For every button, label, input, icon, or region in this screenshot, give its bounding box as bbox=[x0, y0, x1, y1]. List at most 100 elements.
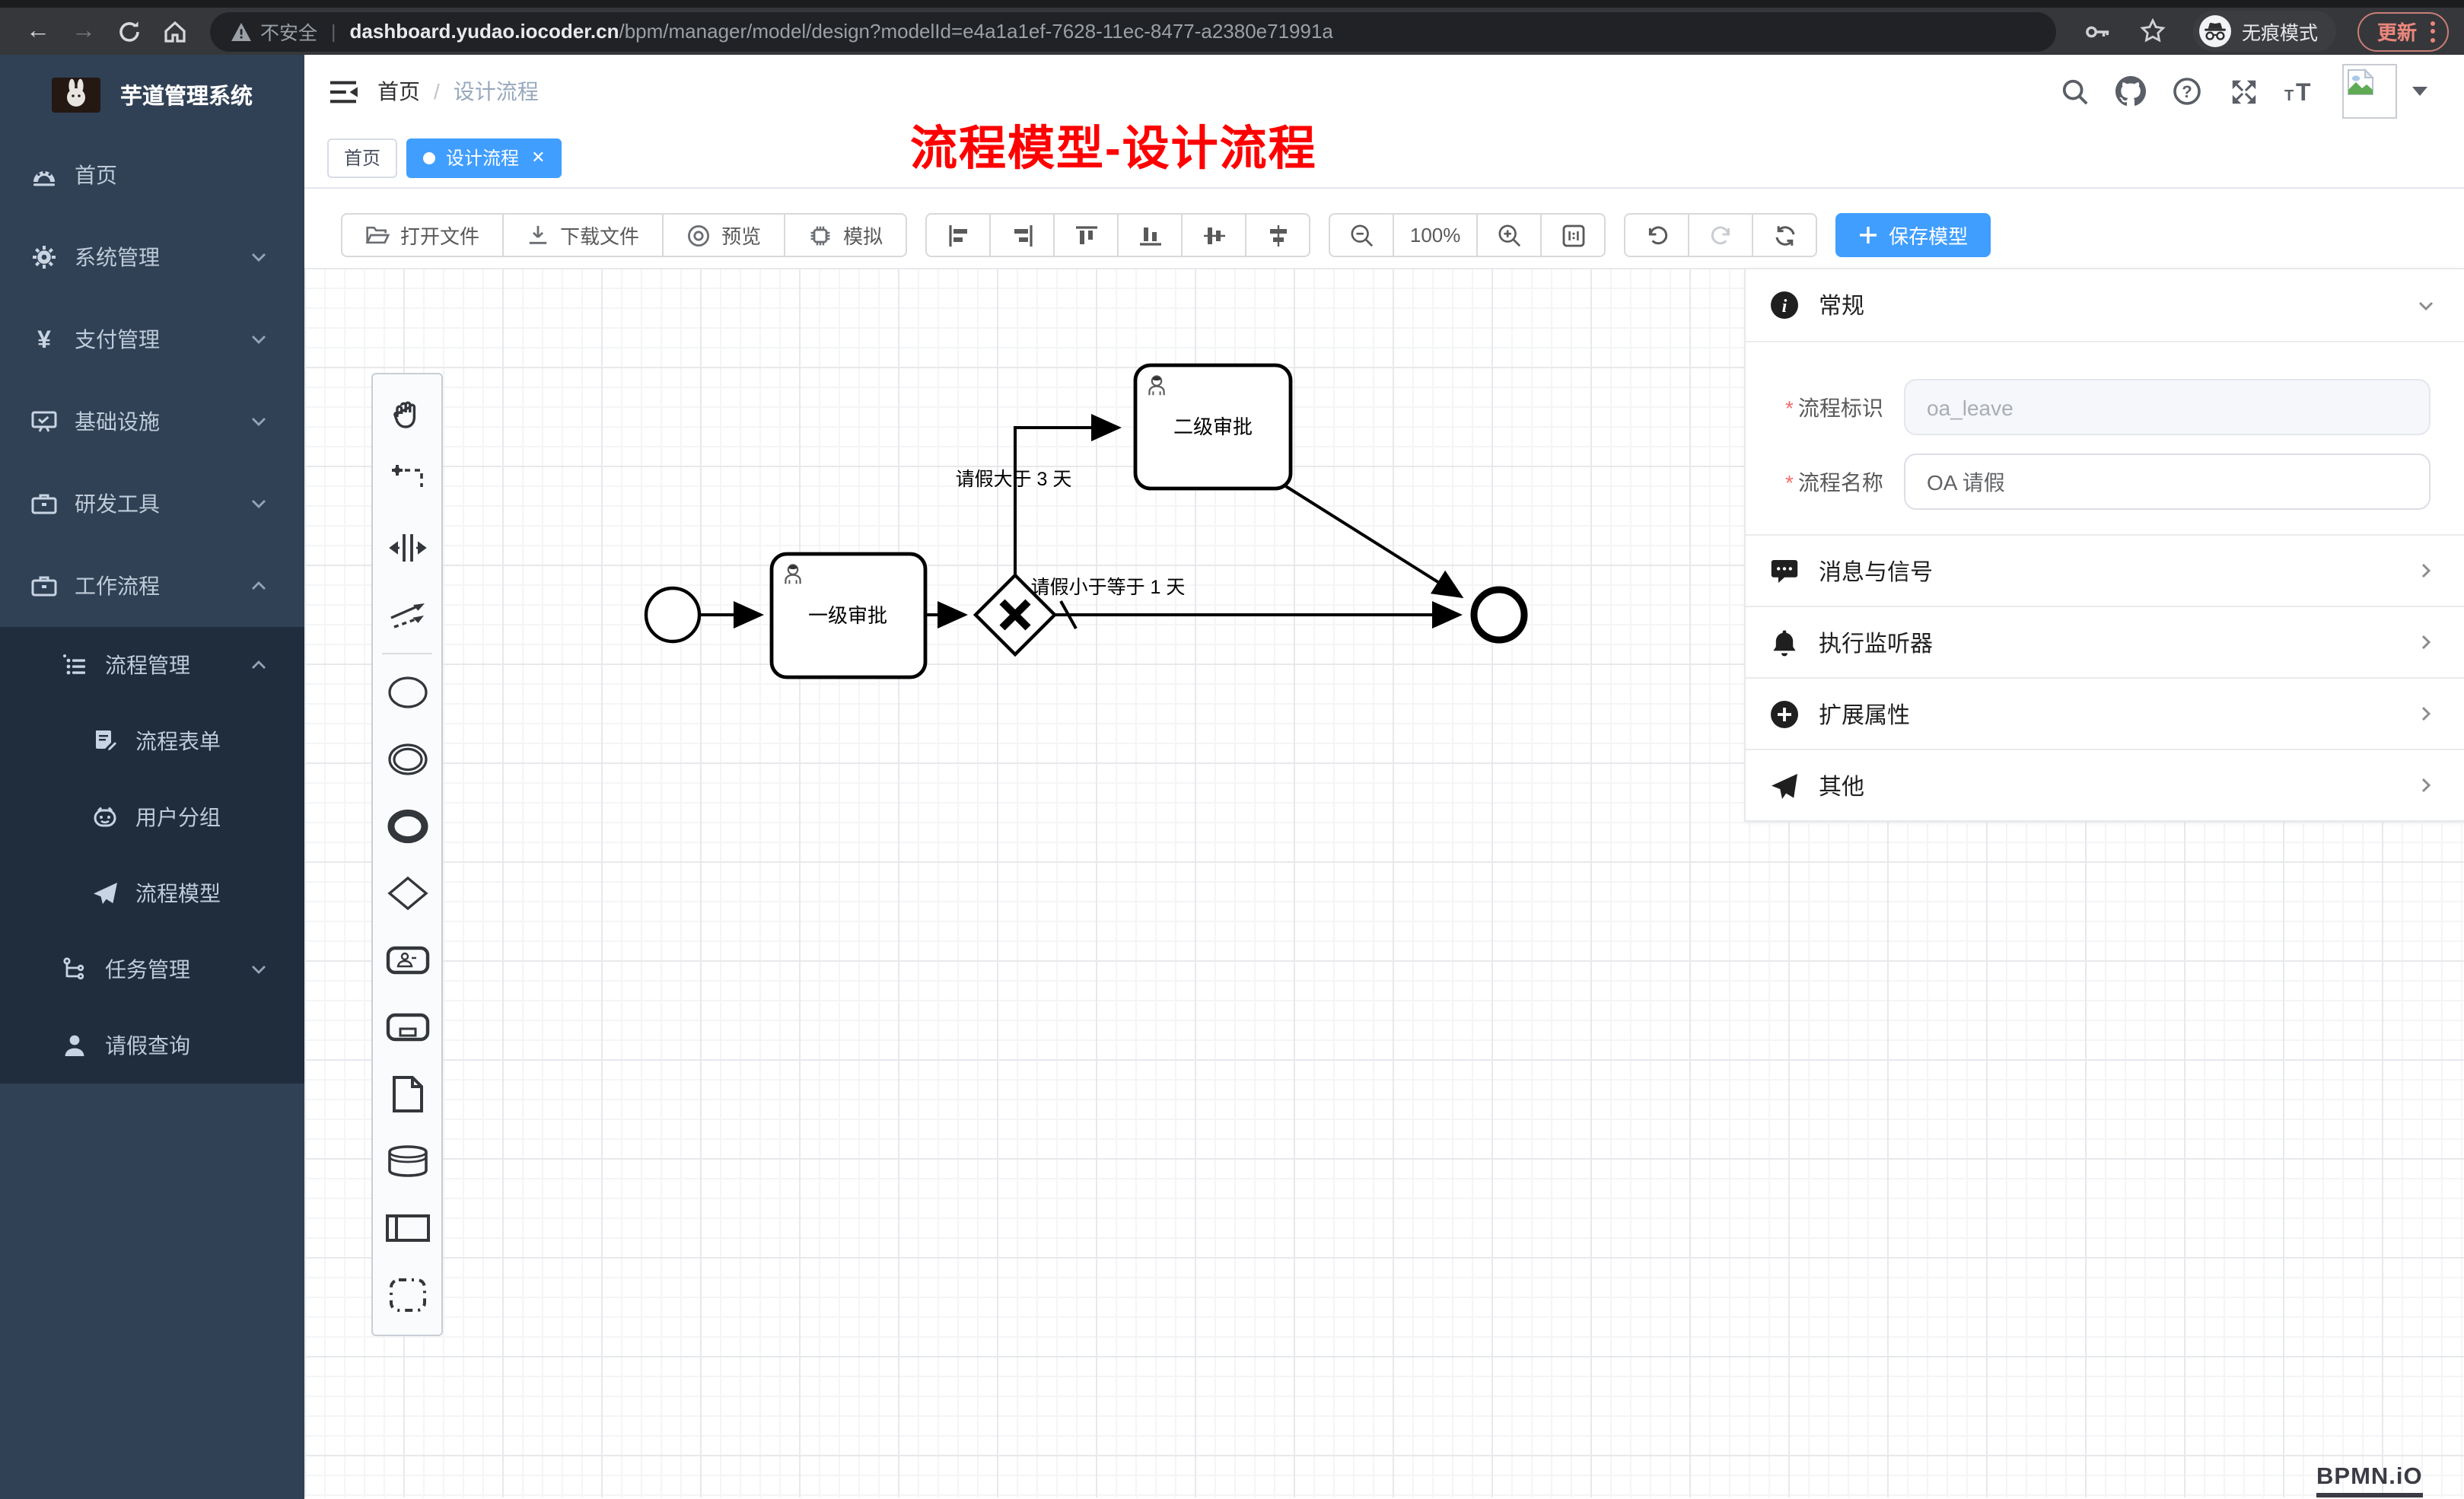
align-top-button[interactable] bbox=[1053, 213, 1119, 257]
sidebar-item-home[interactable]: 首页 bbox=[0, 134, 304, 216]
flow-task2-to-end[interactable] bbox=[1285, 485, 1461, 597]
home-icon bbox=[163, 19, 187, 43]
sidebar-item-process-form[interactable]: 流程表单 bbox=[0, 703, 304, 779]
search-icon[interactable] bbox=[2056, 73, 2093, 110]
create-start-event[interactable] bbox=[373, 659, 441, 726]
browser-reload-button[interactable] bbox=[107, 11, 152, 51]
undo-button[interactable] bbox=[1624, 213, 1689, 257]
redo-button[interactable] bbox=[1688, 213, 1753, 257]
create-group[interactable] bbox=[373, 1262, 441, 1329]
save-model-button[interactable]: 保存模型 bbox=[1835, 213, 1991, 257]
download-file-button[interactable]: 下载文件 bbox=[502, 213, 664, 257]
align-center-button[interactable] bbox=[1245, 213, 1310, 257]
sidebar-item-infra[interactable]: 基础设施 bbox=[0, 380, 304, 463]
create-gateway[interactable] bbox=[373, 860, 441, 927]
end-event[interactable] bbox=[1474, 590, 1524, 640]
field-process-name: *流程名称 OA 请假 bbox=[1746, 454, 2464, 510]
process-key-input[interactable]: oa_leave bbox=[1904, 379, 2431, 435]
zoom-out-button[interactable] bbox=[1329, 213, 1394, 257]
briefcase-icon bbox=[30, 490, 58, 517]
create-end-event[interactable] bbox=[373, 793, 441, 860]
avatar-dropdown-caret[interactable] bbox=[2412, 87, 2427, 96]
broken-image-icon bbox=[2345, 67, 2376, 97]
flow-label-gt3[interactable]: 请假大于 3 天 bbox=[956, 469, 1072, 490]
sidebar-item-system[interactable]: 系统管理 bbox=[0, 216, 304, 298]
align-bottom-icon bbox=[1139, 224, 1160, 246]
sidebar-item-payment[interactable]: ¥ 支付管理 bbox=[0, 298, 304, 380]
user-task-level2[interactable]: 二级审批 bbox=[1135, 365, 1291, 489]
create-participant[interactable] bbox=[373, 1195, 441, 1262]
section-execution-listener[interactable]: 执行监听器 bbox=[1746, 606, 2464, 677]
sidebar-item-process-model[interactable]: 流程模型 bbox=[0, 855, 304, 931]
flow-gateway-to-task2[interactable] bbox=[1015, 428, 1119, 574]
sidebar-item-user-group[interactable]: 用户分组 bbox=[0, 779, 304, 855]
download-icon bbox=[527, 224, 549, 247]
create-intermediate-event[interactable] bbox=[373, 726, 441, 793]
button-label: 下载文件 bbox=[560, 221, 639, 250]
password-key-icon[interactable] bbox=[2079, 21, 2119, 42]
incognito-label: 无痕模式 bbox=[2242, 17, 2318, 46]
zoom-in-button[interactable] bbox=[1476, 213, 1542, 257]
tab-home[interactable]: 首页 bbox=[327, 138, 397, 177]
browser-back-button[interactable]: ← bbox=[15, 11, 61, 51]
tab-label: 首页 bbox=[344, 145, 380, 170]
align-bottom-button[interactable] bbox=[1117, 213, 1183, 257]
global-connect-tool[interactable] bbox=[373, 581, 441, 648]
close-tab-icon[interactable]: ✕ bbox=[531, 148, 545, 167]
sidebar-item-workflow[interactable]: 工作流程 bbox=[0, 545, 304, 627]
font-size-icon[interactable]: TT bbox=[2281, 73, 2318, 110]
sidebar-item-task-mgmt[interactable]: 任务管理 bbox=[0, 931, 304, 1007]
sidebar-item-process-mgmt[interactable]: 流程管理 bbox=[0, 627, 304, 703]
bookmark-star-icon[interactable] bbox=[2134, 18, 2173, 44]
plus-icon bbox=[1858, 225, 1878, 245]
robot-face-icon bbox=[91, 804, 119, 831]
align-left-button[interactable] bbox=[925, 213, 991, 257]
refresh-button[interactable] bbox=[1752, 213, 1817, 257]
browser-update-button[interactable]: 更新 bbox=[2357, 11, 2449, 51]
help-icon[interactable]: ? bbox=[2169, 73, 2205, 110]
collapse-sidebar-button[interactable] bbox=[320, 68, 365, 114]
simulate-button[interactable]: 模拟 bbox=[784, 213, 907, 257]
github-icon[interactable] bbox=[2112, 73, 2149, 110]
section-message-signal[interactable]: 消息与信号 bbox=[1746, 534, 2464, 606]
section-extended-attrs[interactable]: 扩展属性 bbox=[1746, 677, 2464, 749]
create-user-task[interactable] bbox=[373, 927, 441, 994]
list-icon bbox=[61, 651, 88, 679]
section-other[interactable]: 其他 bbox=[1746, 749, 2464, 820]
sidebar-item-leave-query[interactable]: 请假查询 bbox=[0, 1007, 304, 1084]
reset-zoom-button[interactable] bbox=[1540, 213, 1606, 257]
flow-label-lte1[interactable]: 请假小于等于 1 天 bbox=[1031, 577, 1186, 598]
user-task-level1[interactable]: 一级审批 bbox=[772, 554, 925, 677]
zoom-value: 100% bbox=[1410, 224, 1461, 247]
address-bar[interactable]: 不安全 | dashboard.yudao.iocoder.cn/bpm/man… bbox=[210, 11, 2056, 51]
create-subprocess[interactable] bbox=[373, 994, 441, 1061]
field-label: *流程标识 bbox=[1746, 392, 1904, 422]
tab-design-process[interactable]: 设计流程 ✕ bbox=[406, 138, 562, 177]
browser-forward-button[interactable]: → bbox=[61, 11, 107, 51]
zoom-level: 100% bbox=[1393, 213, 1478, 257]
create-data-object[interactable] bbox=[373, 1061, 441, 1128]
palette-separator bbox=[382, 653, 432, 654]
lasso-tool[interactable] bbox=[373, 447, 441, 514]
avatar[interactable] bbox=[2342, 64, 2397, 119]
open-file-button[interactable]: 打开文件 bbox=[341, 213, 504, 257]
fullscreen-icon[interactable] bbox=[2225, 73, 2262, 110]
align-right-button[interactable] bbox=[989, 213, 1055, 257]
start-event[interactable] bbox=[646, 588, 699, 641]
process-name-input[interactable]: OA 请假 bbox=[1904, 454, 2431, 510]
document-edit-icon bbox=[91, 727, 119, 755]
branch-tree-icon bbox=[61, 956, 88, 983]
browser-home-button[interactable] bbox=[152, 11, 198, 51]
hand-tool[interactable] bbox=[373, 380, 441, 447]
browser-menu-icon[interactable] bbox=[2431, 21, 2435, 42]
align-middle-button[interactable] bbox=[1181, 213, 1246, 257]
incognito-badge: 无痕模式 bbox=[2193, 11, 2336, 52]
space-tool[interactable] bbox=[373, 514, 441, 581]
preview-button[interactable]: 预览 bbox=[662, 213, 785, 257]
create-data-store[interactable] bbox=[373, 1128, 441, 1195]
breadcrumb-home[interactable]: 首页 bbox=[377, 76, 420, 107]
chevron-down-icon bbox=[2415, 294, 2437, 316]
section-general[interactable]: i 常规 bbox=[1746, 269, 2464, 341]
bpmn-io-logo[interactable]: BPMN.iO bbox=[2316, 1464, 2423, 1497]
sidebar-item-devtools[interactable]: 研发工具 bbox=[0, 463, 304, 545]
